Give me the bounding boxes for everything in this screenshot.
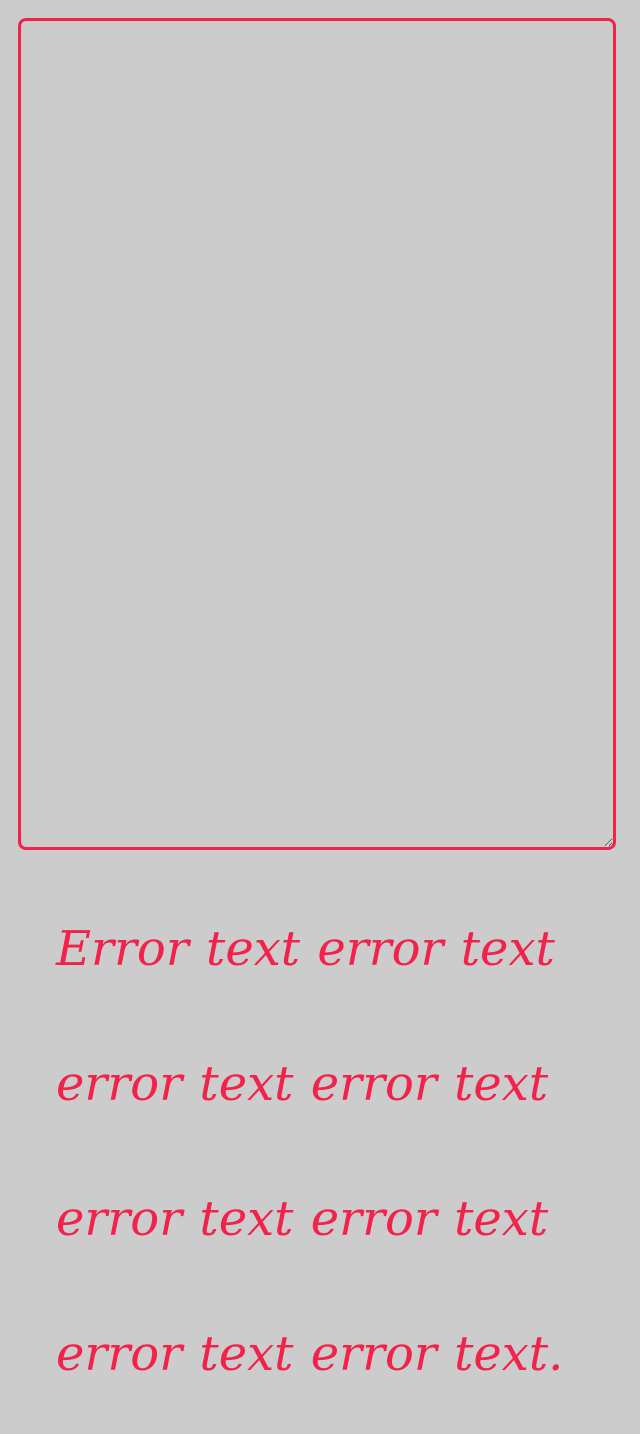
input-field[interactable] <box>18 18 616 850</box>
error-message: Error text error text error text error t… <box>56 921 564 1382</box>
